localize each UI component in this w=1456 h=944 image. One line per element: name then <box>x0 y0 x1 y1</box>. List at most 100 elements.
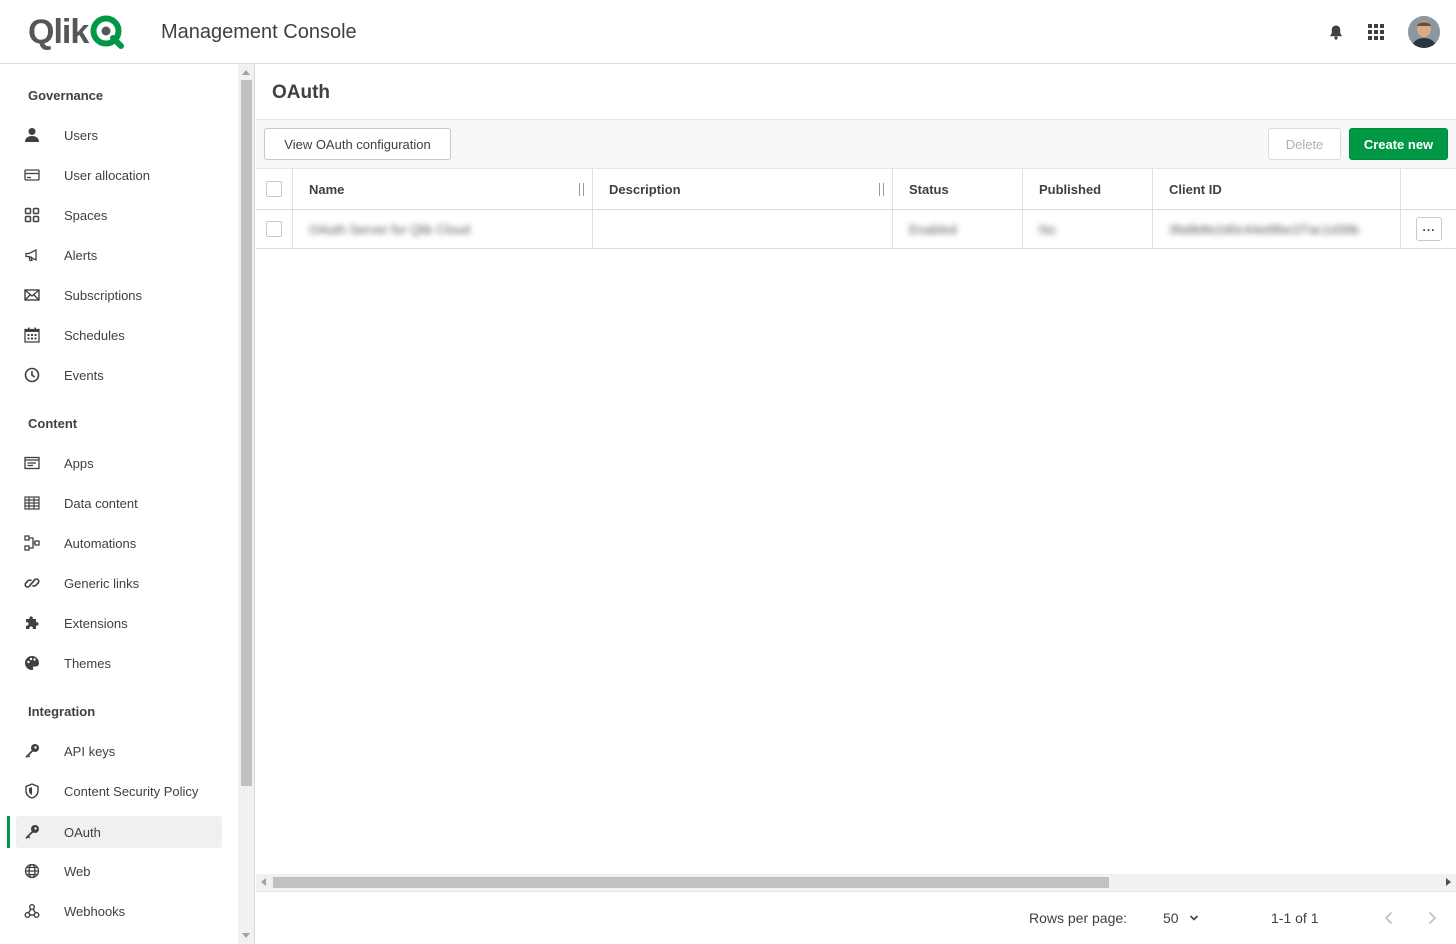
sidebar-item-label: Automations <box>64 535 137 551</box>
column-resize-handle[interactable] <box>879 183 884 196</box>
key-icon <box>16 735 48 767</box>
sidebar-item-label: Schedules <box>64 327 125 343</box>
shield-icon <box>16 775 48 807</box>
create-new-button[interactable]: Create new <box>1349 128 1448 160</box>
table-row[interactable]: OAuth Server for Qlik Cloud Enabled No 3… <box>256 210 1456 249</box>
scroll-down-arrow[interactable] <box>242 933 250 938</box>
sidebar-item-users[interactable]: Users <box>16 119 222 151</box>
sidebar-item-label: Data content <box>64 495 138 511</box>
scroll-left-arrow[interactable] <box>261 878 266 886</box>
previous-page-button[interactable] <box>1377 906 1401 930</box>
sidebar-item-schedules[interactable]: Schedules <box>16 319 222 351</box>
scrollbar-thumb[interactable] <box>273 877 1109 888</box>
cell-value: 3fa9b8e2d0c44e6fbe1f7ac1d39b <box>1169 221 1360 237</box>
column-resize-handle[interactable] <box>579 183 584 196</box>
main-content: OAuth View OAuth configuration Delete Cr… <box>256 64 1456 944</box>
puzzle-icon <box>16 607 48 639</box>
next-page-button[interactable] <box>1420 906 1444 930</box>
sidebar-item-generic-links[interactable]: Generic links <box>16 567 222 599</box>
select-all-checkbox[interactable] <box>266 181 282 197</box>
horizontal-scrollbar[interactable] <box>256 874 1456 891</box>
cell-name: OAuth Server for Qlik Cloud <box>293 210 593 248</box>
sidebar-item-subscriptions[interactable]: Subscriptions <box>16 279 222 311</box>
link-icon <box>16 567 48 599</box>
sidebar-item-apps[interactable]: Apps <box>16 447 222 479</box>
section-title-content: Content <box>28 416 78 431</box>
sidebar-item-api-keys[interactable]: API keys <box>16 735 222 767</box>
sidebar-item-label: Content Security Policy <box>64 783 199 799</box>
rows-per-page-label: Rows per page: <box>1029 910 1128 926</box>
sidebar-item-webhooks[interactable]: Webhooks <box>16 895 222 927</box>
clock-icon <box>16 359 48 391</box>
card-icon <box>16 159 48 191</box>
table-header: Name Description Status Published Client… <box>256 169 1456 210</box>
rows-per-page-value: 50 <box>1163 910 1179 926</box>
section-title-integration: Integration <box>28 704 96 719</box>
automation-icon <box>16 527 48 559</box>
sidebar-item-label: Users <box>64 127 98 143</box>
cell-status: Enabled <box>893 210 1023 248</box>
chevron-left-icon <box>1384 911 1393 925</box>
table-icon <box>16 487 48 519</box>
scroll-right-arrow[interactable] <box>1446 878 1451 886</box>
column-header-name[interactable]: Name <box>293 169 593 209</box>
column-header-actions <box>1401 169 1456 209</box>
sidebar-item-label: User allocation <box>64 167 150 183</box>
column-header-label: Name <box>309 181 345 197</box>
section-title-governance: Governance <box>28 88 104 103</box>
sidebar-item-automations[interactable]: Automations <box>16 527 222 559</box>
sidebar-item-oauth[interactable]: OAuth <box>16 816 222 848</box>
sidebar-item-spaces[interactable]: Spaces <box>16 199 222 231</box>
column-header-description[interactable]: Description <box>593 169 893 209</box>
row-checkbox[interactable] <box>266 221 282 237</box>
column-header-status[interactable]: Status <box>893 169 1023 209</box>
bell-icon[interactable] <box>1324 20 1348 44</box>
active-indicator <box>7 816 10 848</box>
column-header-published[interactable]: Published <box>1023 169 1153 209</box>
sidebar-item-user-allocation[interactable]: User allocation <box>16 159 222 191</box>
sidebar-item-label: Webhooks <box>64 903 126 919</box>
cell-value: OAuth Server for Qlik Cloud <box>309 221 471 237</box>
sidebar-item-events[interactable]: Events <box>16 359 222 391</box>
delete-button[interactable]: Delete <box>1268 128 1341 160</box>
chevron-down-icon <box>1189 915 1198 921</box>
view-oauth-configuration-button[interactable]: View OAuth configuration <box>264 128 451 160</box>
user-icon <box>16 119 48 151</box>
rows-per-page-select[interactable]: 50 <box>1163 910 1199 926</box>
sidebar-item-label: OAuth <box>64 824 101 840</box>
qlik-logo[interactable]: Qlik <box>28 14 125 50</box>
megaphone-icon <box>16 239 48 271</box>
globe-icon <box>16 855 48 887</box>
cell-description <box>593 210 893 248</box>
scrollbar-thumb[interactable] <box>241 80 252 786</box>
toolbar: View OAuth configuration Delete Create n… <box>256 119 1456 169</box>
sidebar-item-label: API keys <box>64 743 116 759</box>
cell-client-id: 3fa9b8e2d0c44e6fbe1f7ac1d39b <box>1153 210 1401 248</box>
sidebar-item-themes[interactable]: Themes <box>16 647 222 679</box>
sidebar: Governance Users User allocation Spaces … <box>0 64 238 944</box>
calendar-icon <box>16 319 48 351</box>
spaces-icon <box>16 199 48 231</box>
column-header-client-id[interactable]: Client ID <box>1153 169 1401 209</box>
sidebar-item-label: Subscriptions <box>64 287 143 303</box>
user-avatar[interactable] <box>1408 16 1440 48</box>
column-header-label: Description <box>609 181 681 197</box>
scroll-up-arrow[interactable] <box>242 70 250 75</box>
app-icon <box>16 447 48 479</box>
sidebar-item-alerts[interactable]: Alerts <box>16 239 222 271</box>
sidebar-item-web[interactable]: Web <box>16 855 222 887</box>
key-icon <box>16 816 48 848</box>
sidebar-item-data-content[interactable]: Data content <box>16 487 222 519</box>
sidebar-item-label: Apps <box>64 455 94 471</box>
cell-value: No <box>1039 221 1056 237</box>
app-grid-icon[interactable] <box>1364 20 1388 44</box>
sidebar-item-extensions[interactable]: Extensions <box>16 607 222 639</box>
sidebar-scrollbar[interactable] <box>238 64 255 944</box>
more-actions-button[interactable]: ... <box>1416 217 1442 241</box>
sidebar-item-content-security-policy[interactable]: Content Security Policy <box>16 775 222 807</box>
header-checkbox-cell <box>256 169 293 209</box>
cell-published: No <box>1023 210 1153 248</box>
palette-icon <box>16 647 48 679</box>
top-bar: Qlik Management Console <box>0 0 1456 64</box>
sidebar-item-label: Generic links <box>64 575 140 591</box>
